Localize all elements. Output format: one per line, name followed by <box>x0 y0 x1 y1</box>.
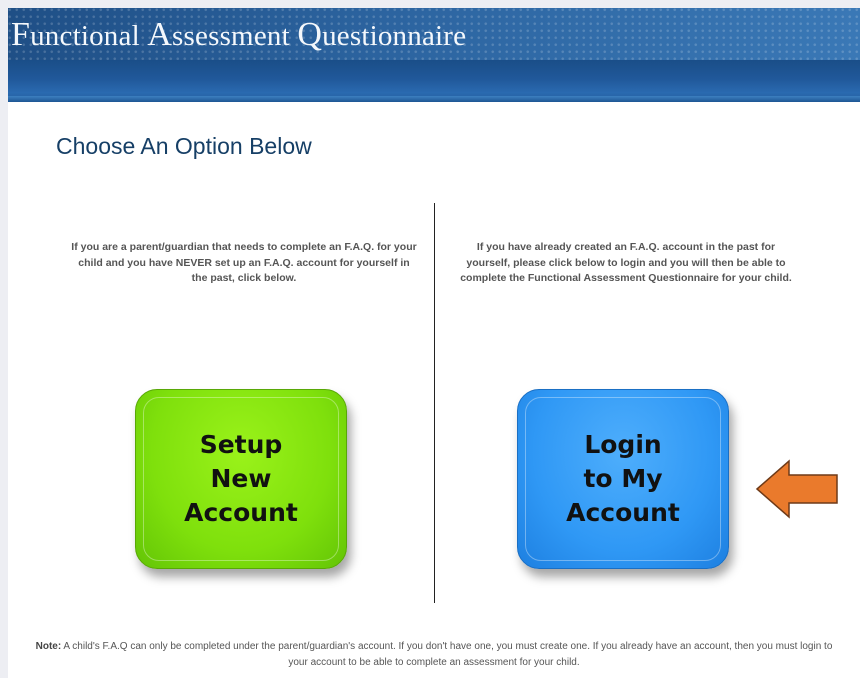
button-line: Login <box>584 430 662 459</box>
login-description: If you have already created an F.A.Q. ac… <box>460 241 792 284</box>
setup-new-account-button[interactable]: Setup New Account <box>135 389 347 569</box>
column-divider <box>434 203 435 603</box>
footer-note: Note: A child's F.A.Q can only be comple… <box>28 639 840 671</box>
button-line: New <box>210 464 272 493</box>
title-word-functional: Functional <box>11 16 140 53</box>
login-to-my-account-label: Login to My Account <box>548 428 698 530</box>
title-word-assessment: Assessment <box>147 16 290 53</box>
title-word-questionnaire: Questionnaire <box>297 16 467 53</box>
note-label: Note: <box>35 641 62 652</box>
page-frame: Functional Assessment Questionnaire Choo… <box>8 8 860 678</box>
new-account-description: If you are a parent/guardian that needs … <box>71 241 417 284</box>
button-line: to My <box>583 464 663 493</box>
login-to-my-account-button[interactable]: Login to My Account <box>517 389 729 569</box>
button-line: Setup <box>199 430 283 459</box>
note-text: A child's F.A.Q can only be completed un… <box>61 641 833 668</box>
site-header: Functional Assessment Questionnaire <box>8 8 860 60</box>
button-line: Account <box>184 498 298 527</box>
setup-new-account-label: Setup New Account <box>166 428 316 530</box>
header-nav-bar <box>8 60 860 102</box>
page-title: Choose An Option Below <box>56 133 312 159</box>
button-line: Account <box>566 498 680 527</box>
site-title: Functional Assessment Questionnaire <box>11 16 466 54</box>
left-arrow-icon <box>755 459 838 519</box>
